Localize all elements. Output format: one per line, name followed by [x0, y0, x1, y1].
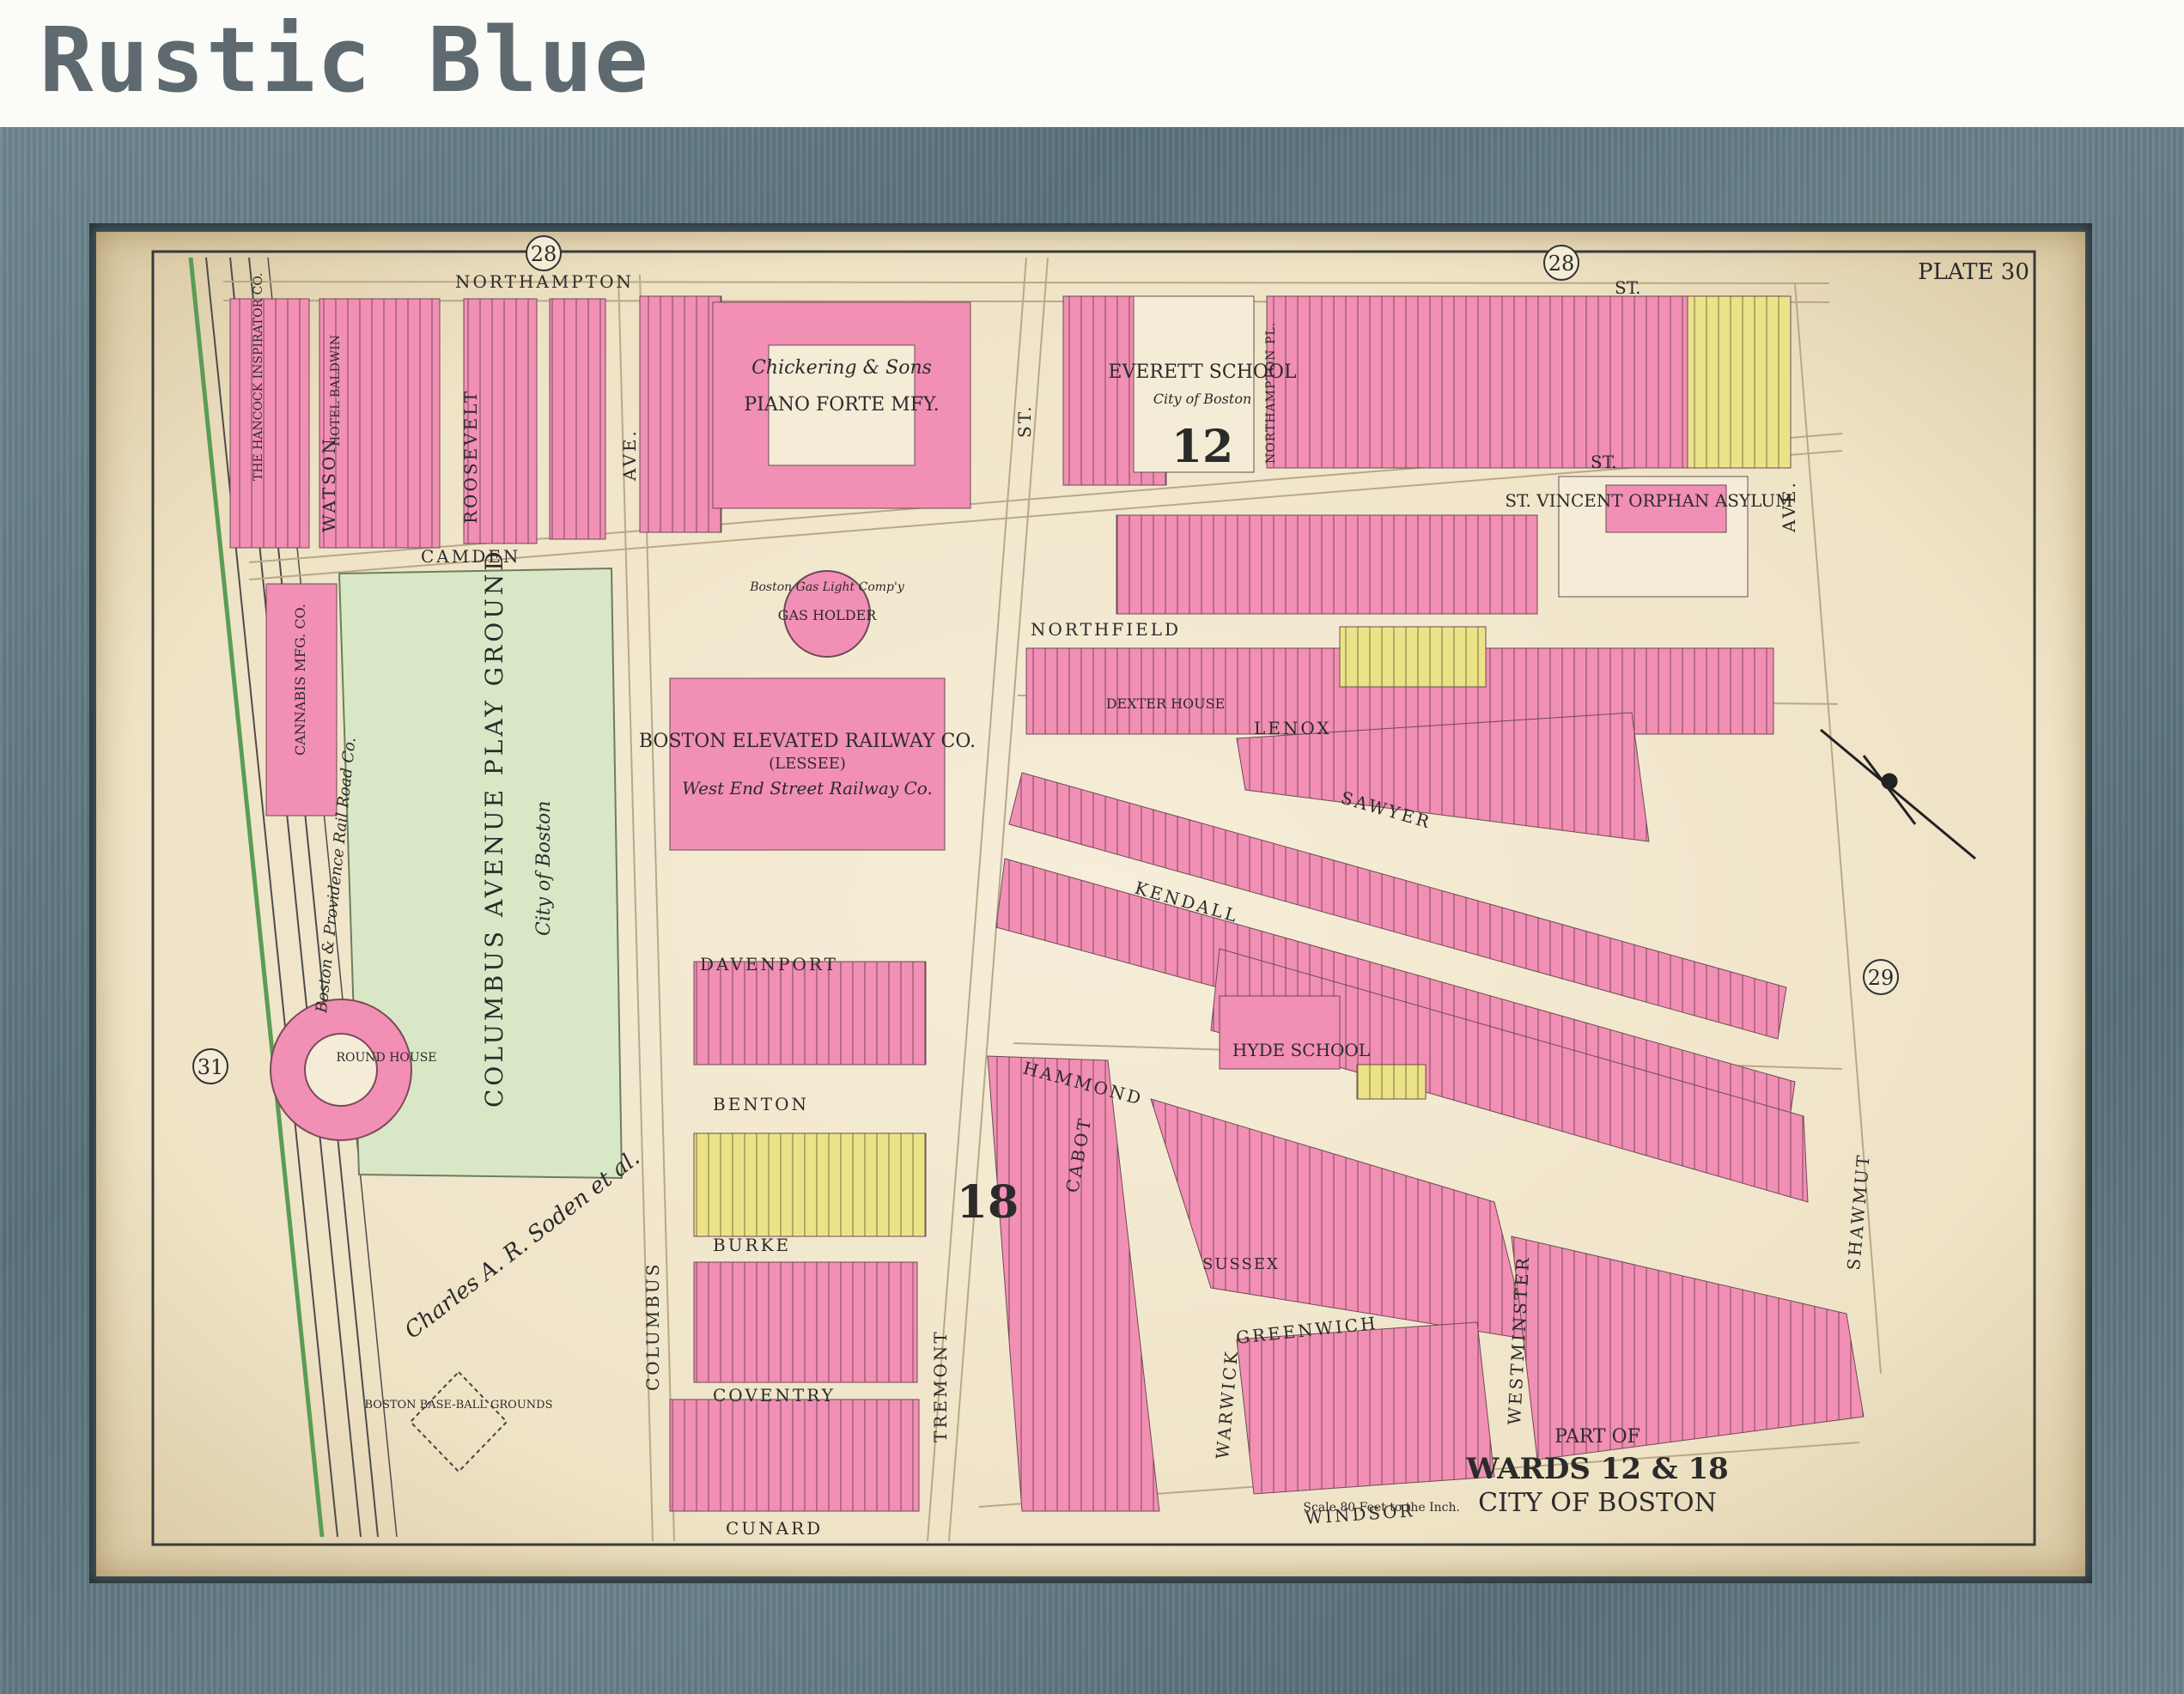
ward-18-label: 18 [957, 1176, 1019, 1229]
round-house-label: ROUND HOUSE [336, 1051, 436, 1065]
street-cunard: CUNARD [726, 1518, 823, 1539]
street-shawmut: SHAWMUT [1843, 1152, 1874, 1272]
street-northfield: NORTHFIELD [1031, 619, 1181, 640]
playground-title: COLUMBUS AVENUE PLAY GROUND [480, 548, 508, 1108]
ward-29: 29 [1868, 966, 1895, 990]
baseball-grounds: BOSTON BASE-BALL GROUNDS [365, 1399, 553, 1412]
everett-school: EVERETT SCHOOL [1108, 361, 1297, 383]
ward-28-left: 28 [531, 242, 557, 266]
street-davenport: DAVENPORT [700, 954, 838, 975]
everett-city: City of Boston [1153, 391, 1252, 407]
ward-31: 31 [198, 1055, 224, 1079]
street-st-tremont: ST. [1014, 404, 1035, 438]
street-st-camden: ST. [1591, 452, 1616, 472]
dexter-house: DEXTER HOUSE [1106, 695, 1226, 712]
playground-city: City of Boston [533, 801, 555, 936]
elevated-lessee: (LESSEE) [769, 755, 846, 773]
street-roosevelt: ROOSEVELT [460, 389, 481, 524]
blocks-center [639, 295, 971, 1512]
street-watson: WATSON [319, 436, 339, 532]
plate-number: PLATE 30 [1918, 259, 2029, 285]
street-northampton: NORTHAMPTON [455, 271, 634, 292]
street-benton: BENTON [713, 1094, 809, 1114]
hancock-label: THE HANCOCK INSPIRATOR CO. [252, 273, 265, 481]
ward-28-right: 28 [1548, 252, 1575, 276]
title-city: CITY OF BOSTON [1478, 1488, 1717, 1518]
st-vincent: ST. VINCENT ORPHAN ASYLUM [1505, 490, 1792, 511]
street-lenox: LENOX [1254, 718, 1332, 738]
street-tremont: TREMONT [930, 1329, 951, 1442]
ward-12-label: 12 [1171, 421, 1233, 473]
title-part-of: PART OF [1554, 1426, 1640, 1448]
chickering: Chickering & Sons [751, 357, 932, 379]
street-burke: BURKE [713, 1235, 791, 1255]
street-st-top: ST. [1615, 277, 1640, 298]
street-warwick: WARWICK [1212, 1349, 1242, 1460]
cannabis-label: CANNABIS MFG. CO. [292, 604, 308, 756]
title-wards: WARDS 12 & 18 [1465, 1452, 1729, 1486]
compass-rose [1820, 728, 1976, 860]
piano-forte: PIANO FORTE MFY. [744, 394, 939, 416]
baldwin-label: HOTEL BALDWIN [329, 335, 343, 446]
baseball-diamond [409, 1370, 508, 1473]
atlas-map: 28 28 29 31 12 18 PLATE 30 NORTHAMPTON S… [151, 235, 2036, 1546]
round-house [270, 999, 412, 1141]
scale-label: Scale 80 Feet to the Inch. [1303, 1501, 1460, 1515]
street-coventry: COVENTRY [713, 1385, 836, 1406]
street-sussex: SUSSEX [1202, 1255, 1280, 1273]
elevated-railway: BOSTON ELEVATED RAILWAY CO. [639, 731, 976, 752]
hyde-school: HYDE SCHOOL [1232, 1040, 1370, 1060]
gas-holder: GAS HOLDER [778, 607, 878, 623]
blocks-right [987, 295, 1865, 1512]
street-northampton-pl: NORTHAMPTON PL. [1264, 322, 1278, 464]
street-ave-columbus-top: AVE. [619, 428, 640, 482]
boston-gas: Boston Gas Light Comp'y [749, 580, 905, 594]
street-columbus: COLUMBUS [642, 1262, 663, 1391]
west-end-railway: West End Street Railway Co. [682, 778, 933, 798]
